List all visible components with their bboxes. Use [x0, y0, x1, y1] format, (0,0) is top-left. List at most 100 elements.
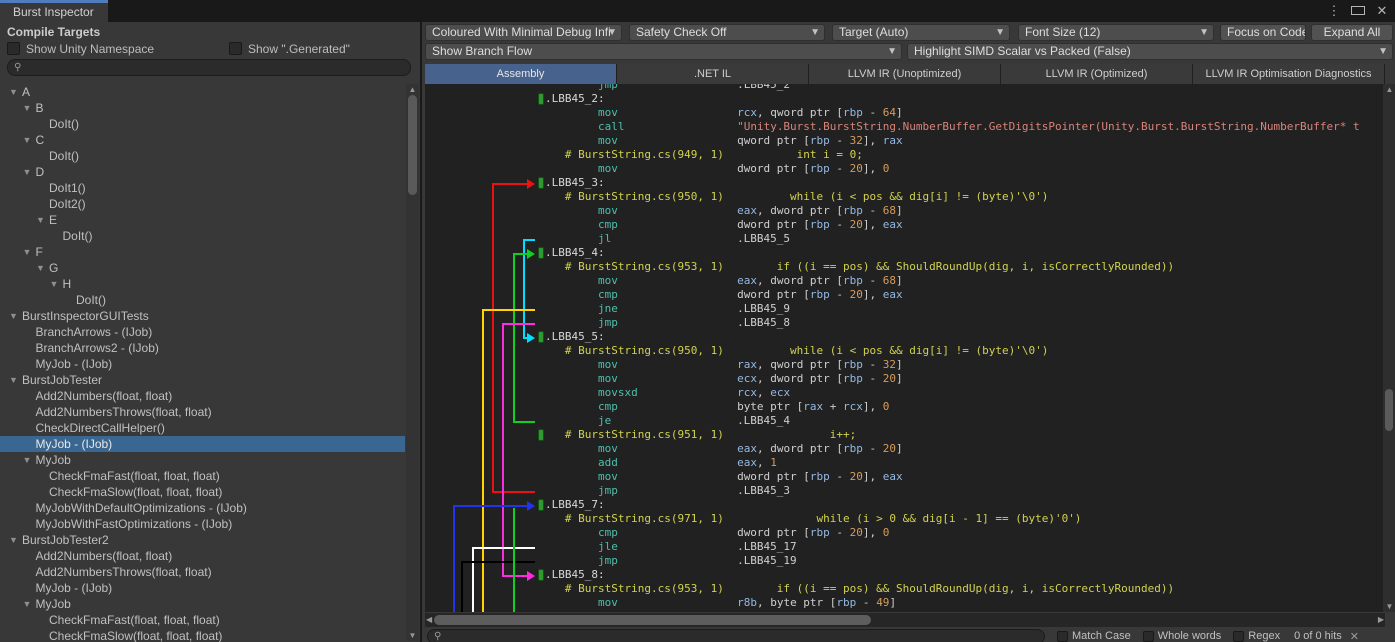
- branch-arrow-line: [492, 491, 535, 493]
- expand-triangle-icon[interactable]: ▼: [23, 132, 36, 148]
- regex-checkbox[interactable]: [1233, 631, 1244, 642]
- tree-item[interactable]: ▼BurstJobTester: [0, 372, 405, 388]
- debug-info-dropdown[interactable]: Coloured With Minimal Debug Infi ▼: [425, 24, 622, 41]
- font-size-dropdown[interactable]: Font Size (12) ▼: [1018, 24, 1214, 41]
- toggle-show-generated[interactable]: Show ".Generated": [229, 41, 350, 56]
- expand-triangle-icon[interactable]: ▼: [23, 596, 36, 612]
- scroll-left-icon[interactable]: ◀: [426, 615, 432, 624]
- tree-item[interactable]: BranchArrows2 - (IJob): [0, 340, 405, 356]
- scroll-down-icon[interactable]: ▼: [406, 631, 419, 640]
- tab-llvm-ir-optimisation-diagnostics[interactable]: LLVM IR Optimisation Diagnostics: [1193, 64, 1385, 84]
- tree-item[interactable]: ▼BurstJobTester2: [0, 532, 405, 548]
- tree-item[interactable]: Add2Numbers(float, float): [0, 388, 405, 404]
- kebab-menu-icon[interactable]: ⋮: [1327, 3, 1341, 19]
- code-hscrollbar-thumb[interactable]: [434, 615, 871, 625]
- tree-item[interactable]: Add2Numbers(float, float): [0, 548, 405, 564]
- tree-item[interactable]: Add2NumbersThrows(float, float): [0, 564, 405, 580]
- tree-item[interactable]: CheckDirectCallHelper(): [0, 420, 405, 436]
- whole-words-option[interactable]: Whole words: [1143, 630, 1222, 642]
- simd-highlight-dropdown[interactable]: Highlight SIMD Scalar vs Packed (False) …: [907, 43, 1393, 60]
- tree-item[interactable]: CheckFmaFast(float, float, float): [0, 468, 405, 484]
- focus-on-code-button[interactable]: Focus on Code: [1220, 24, 1306, 41]
- tree-item[interactable]: MyJob - (IJob): [0, 356, 405, 372]
- tree-item[interactable]: MyJob - (IJob): [0, 436, 405, 452]
- tree-item[interactable]: ▼D: [0, 164, 405, 180]
- assembly-code-view[interactable]: jmp .LBB45_2.LBB45_2: mov rcx, qword ptr…: [425, 84, 1385, 612]
- branch-arrow-line: [472, 547, 535, 549]
- expand-triangle-icon[interactable]: ▼: [9, 84, 22, 100]
- tree-item[interactable]: Add2NumbersThrows(float, float): [0, 404, 405, 420]
- tree-item[interactable]: CheckFmaSlow(float, float, float): [0, 628, 405, 642]
- expand-triangle-icon[interactable]: ▼: [23, 164, 36, 180]
- code-search-input[interactable]: ⚲: [427, 629, 1045, 642]
- regex-option[interactable]: Regex: [1233, 630, 1280, 642]
- target-dropdown[interactable]: Target (Auto) ▼: [832, 24, 1010, 41]
- toggle-show-unity-namespace[interactable]: Show Unity Namespace: [7, 41, 154, 56]
- show-generated-checkbox[interactable]: [229, 42, 242, 55]
- expand-triangle-icon[interactable]: ▼: [50, 276, 63, 292]
- code-horizontal-scrollbar[interactable]: ◀ ▶: [425, 613, 1385, 627]
- target-search-input[interactable]: ⚲: [7, 59, 411, 76]
- tree-scrollbar-thumb[interactable]: [408, 95, 417, 195]
- branch-flow-dropdown[interactable]: Show Branch Flow ▼: [425, 43, 902, 60]
- maximize-icon[interactable]: [1351, 6, 1365, 15]
- tree-item[interactable]: CheckFmaSlow(float, float, float): [0, 484, 405, 500]
- match-case-checkbox[interactable]: [1057, 631, 1068, 642]
- tree-item[interactable]: MyJobWithDefaultOptimizations - (IJob): [0, 500, 405, 516]
- tree-item[interactable]: ▼E: [0, 212, 405, 228]
- tree-scrollbar[interactable]: ▲ ▼: [406, 84, 419, 641]
- expand-triangle-icon[interactable]: ▼: [23, 452, 36, 468]
- expand-triangle-icon[interactable]: ▼: [36, 212, 49, 228]
- scroll-up-icon[interactable]: ▲: [406, 85, 419, 94]
- code-line: jmp .LBB45_2: [545, 84, 1360, 92]
- tab-llvm-ir-unoptimized-[interactable]: LLVM IR (Unoptimized): [809, 64, 1001, 84]
- expand-triangle-icon[interactable]: ▼: [23, 100, 36, 116]
- tree-item[interactable]: ▼MyJob: [0, 596, 405, 612]
- code-line: # BurstString.cs(951, 1) i++;: [545, 428, 1360, 442]
- tree-item[interactable]: ▼H: [0, 276, 405, 292]
- tree-item[interactable]: DoIt(): [0, 116, 405, 132]
- tree-item[interactable]: BranchArrows - (IJob): [0, 324, 405, 340]
- tree-item[interactable]: MyJob - (IJob): [0, 580, 405, 596]
- tree-item[interactable]: ▼B: [0, 100, 405, 116]
- code-vscrollbar-thumb[interactable]: [1385, 389, 1393, 431]
- scroll-down-icon[interactable]: ▼: [1383, 602, 1395, 611]
- tab--net-il[interactable]: .NET IL: [617, 64, 809, 84]
- close-icon[interactable]: ✕: [1375, 3, 1389, 19]
- code-line: mov rcx, qword ptr [rbp - 64]: [545, 106, 1360, 120]
- branch-arrow-line: [472, 547, 474, 612]
- tab-llvm-ir-optimized-[interactable]: LLVM IR (Optimized): [1001, 64, 1193, 84]
- tree-item[interactable]: MyJobWithFastOptimizations - (IJob): [0, 516, 405, 532]
- tree-item[interactable]: ▼MyJob: [0, 452, 405, 468]
- show-unity-namespace-checkbox[interactable]: [7, 42, 20, 55]
- chevron-down-icon: ▼: [995, 25, 1005, 40]
- expand-triangle-icon[interactable]: ▼: [9, 372, 22, 388]
- tree-item[interactable]: ▼A: [0, 84, 405, 100]
- tab-assembly[interactable]: Assembly: [425, 64, 617, 84]
- safety-check-dropdown[interactable]: Safety Check Off ▼: [629, 24, 825, 41]
- scroll-up-icon[interactable]: ▲: [1383, 85, 1395, 94]
- match-case-option[interactable]: Match Case: [1057, 630, 1131, 642]
- expand-triangle-icon[interactable]: ▼: [36, 260, 49, 276]
- tree-item[interactable]: DoIt(): [0, 292, 405, 308]
- tree-item[interactable]: ▼G: [0, 260, 405, 276]
- close-search-icon[interactable]: ✕: [1350, 630, 1359, 642]
- tree-item[interactable]: ▼C: [0, 132, 405, 148]
- window-tab[interactable]: Burst Inspector: [0, 0, 108, 22]
- code-vertical-scrollbar[interactable]: ▲ ▼: [1383, 84, 1395, 612]
- expand-all-button[interactable]: Expand All: [1311, 24, 1393, 41]
- tree-item[interactable]: DoIt(): [0, 228, 405, 244]
- whole-words-checkbox[interactable]: [1143, 631, 1154, 642]
- expand-triangle-icon[interactable]: ▼: [9, 308, 22, 324]
- tree-item[interactable]: DoIt(): [0, 148, 405, 164]
- tree-item[interactable]: DoIt2(): [0, 196, 405, 212]
- tree-item[interactable]: CheckFmaFast(float, float, float): [0, 612, 405, 628]
- view-tabs: Assembly.NET ILLLVM IR (Unoptimized)LLVM…: [425, 64, 1385, 84]
- expand-triangle-icon[interactable]: ▼: [9, 532, 22, 548]
- expand-triangle-icon[interactable]: ▼: [23, 244, 36, 260]
- scroll-right-icon[interactable]: ▶: [1378, 615, 1384, 624]
- tree-item[interactable]: ▼F: [0, 244, 405, 260]
- tree-item[interactable]: DoIt1(): [0, 180, 405, 196]
- tree-item[interactable]: ▼BurstInspectorGUITests: [0, 308, 405, 324]
- code-lines: jmp .LBB45_2.LBB45_2: mov rcx, qword ptr…: [545, 84, 1360, 610]
